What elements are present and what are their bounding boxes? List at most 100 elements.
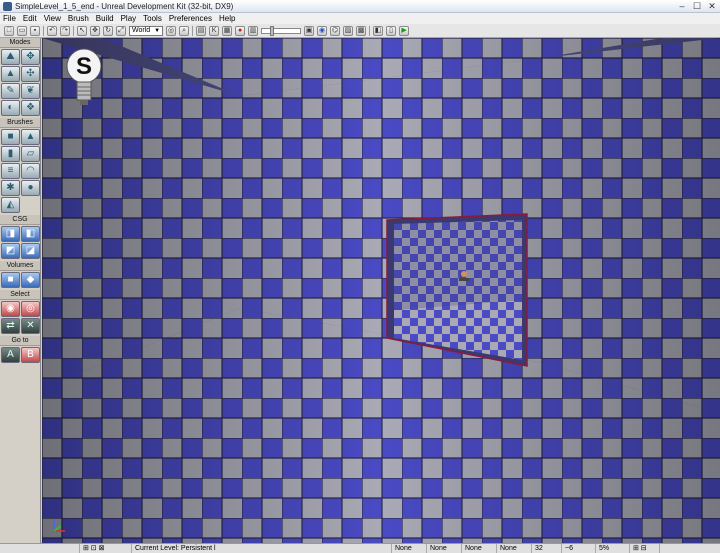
select-icon[interactable]: ↖ [77, 25, 87, 36]
axis-gizmo-icon [53, 520, 65, 532]
kismet-icon[interactable]: K [209, 25, 220, 36]
sheet-brush-button[interactable]: ▱ [21, 146, 40, 162]
player-start-base [459, 278, 469, 281]
new-icon[interactable]: □ [4, 25, 14, 36]
console-icon[interactable]: ▯ [386, 25, 397, 36]
rotate-icon[interactable]: ↻ [103, 25, 113, 36]
app-icon [3, 1, 12, 11]
build-all-icon[interactable]: ▩ [356, 25, 367, 36]
foliage-mode-button[interactable]: ❦ [21, 83, 40, 99]
open-icon[interactable]: ▭ [17, 25, 27, 36]
select-invert-button[interactable]: ⇄ [1, 318, 20, 334]
current-level-label: Current Level: Persistent l [132, 544, 392, 553]
add-volume-button[interactable]: ■ [1, 272, 20, 288]
mesh-paint-mode-button[interactable]: ◐ [1, 100, 20, 116]
lightbulb-icon: S [66, 48, 102, 105]
status-dropdown[interactable] [0, 544, 80, 553]
save-icon[interactable]: ▪ [30, 25, 40, 36]
matinee-icon[interactable]: ▦ [222, 25, 233, 36]
hide-selected-button[interactable]: ◎ [21, 301, 40, 317]
close-button[interactable]: ✕ [706, 1, 718, 11]
tetrahedron-brush-button[interactable]: ◭ [1, 197, 20, 213]
doorway-back [394, 220, 522, 310]
status-field-1: None [392, 544, 427, 553]
status-icons: ⊞ ⊡ ⊠ [80, 544, 132, 553]
menu-play[interactable]: Play [121, 14, 137, 23]
menu-preferences[interactable]: Preferences [169, 14, 212, 23]
brushes-header: Brushes [0, 118, 40, 128]
menu-view[interactable]: View [44, 14, 61, 23]
scale-icon[interactable]: ⤢ [116, 25, 126, 36]
csg-deintersect-button[interactable]: ◪ [21, 243, 40, 259]
viewport-overlay-letter: S [76, 53, 92, 80]
undo-icon[interactable]: ↶ [47, 25, 57, 36]
far-plane-slider[interactable] [261, 25, 302, 36]
perspective-viewport[interactable]: S [42, 38, 720, 543]
toolbar-separator [192, 25, 194, 36]
menu-file[interactable]: File [3, 14, 16, 23]
toolbar-separator [43, 25, 44, 36]
csg-header: CSG [0, 215, 40, 225]
volume-list-button[interactable]: ◆ [21, 272, 40, 288]
select-header: Select [0, 290, 40, 300]
go-to-builder-brush-button[interactable]: B [21, 347, 40, 363]
volumetric-brush-button[interactable]: ✱ [1, 180, 20, 196]
camera-mode-button[interactable]: ⛰ [1, 49, 20, 65]
csg-intersect-button[interactable]: ◩ [1, 243, 20, 259]
cone-brush-button[interactable]: ▲ [21, 129, 40, 145]
shading-overlay [42, 38, 720, 543]
csg-add-button[interactable]: ◨ [1, 226, 20, 242]
content-browser-icon[interactable]: ▥ [248, 25, 259, 36]
search-icon[interactable]: ⌕ [179, 25, 190, 36]
menu-tools[interactable]: Tools [143, 14, 162, 23]
title-bar: SimpleLevel_1_5_end - Unreal Development… [0, 0, 720, 13]
maximize-button[interactable]: ☐ [691, 1, 703, 11]
build-paths-icon[interactable]: ⌬ [330, 25, 341, 36]
grid-size-value[interactable]: 32 [532, 544, 562, 553]
volumes-header: Volumes [0, 261, 40, 271]
rotation-snap-value[interactable]: ~6 [562, 544, 596, 553]
minimize-button[interactable]: – [676, 1, 688, 11]
show-selected-button[interactable]: ◉ [1, 301, 20, 317]
scale-snap-value[interactable]: 5% [596, 544, 630, 553]
sphere-brush-button[interactable]: ● [21, 180, 40, 196]
modes-header: Modes [0, 38, 40, 48]
player-start-icon [461, 271, 467, 277]
cylinder-brush-button[interactable]: ▮ [1, 146, 20, 162]
csg-subtract-button[interactable]: ◧ [21, 226, 40, 242]
bookmark-icon[interactable]: ▤ [196, 25, 207, 36]
redo-icon[interactable]: ↷ [60, 25, 70, 36]
coordinate-system-select[interactable]: World ▼ [129, 25, 164, 36]
menu-bar: File Edit View Brush Build Play Tools Pr… [0, 13, 720, 24]
stairs-brush-button[interactable]: ≡ [1, 163, 20, 179]
show-all-button[interactable]: ✕ [21, 318, 40, 334]
terrain-mode-button[interactable]: ▲ [1, 66, 20, 82]
slider-knob[interactable] [270, 25, 275, 36]
goto-header: Go to [0, 336, 40, 346]
cube-brush-button[interactable]: ■ [1, 129, 20, 145]
modes-panel: Modes ⛰ ✥ ▲ ✣ ✎ ❦ ◐ ❖ Brushes ■ ▲ ▮ ▱ ≡ … [0, 38, 41, 543]
go-to-actor-button[interactable]: A [1, 347, 20, 363]
toolbar-separator [369, 25, 371, 36]
build-geometry-icon[interactable]: ▣ [304, 25, 315, 36]
build-cover-icon[interactable]: ▨ [343, 25, 354, 36]
paint-mode-button[interactable]: ✎ [1, 83, 20, 99]
toolbar-separator [73, 25, 74, 36]
geometry-mode-button[interactable]: ✥ [21, 49, 40, 65]
curved-stairs-brush-button[interactable]: ◠ [21, 163, 40, 179]
binoculars-icon[interactable]: ◎ [166, 25, 177, 36]
texture-mode-button[interactable]: ✣ [21, 66, 40, 82]
status-field-3: None [462, 544, 497, 553]
menu-brush[interactable]: Brush [68, 14, 89, 23]
lighting-icon[interactable]: ● [235, 25, 246, 36]
chevron-down-icon: ▼ [154, 27, 161, 34]
play-icon[interactable]: ▶ [399, 25, 410, 36]
translate-icon[interactable]: ✥ [90, 25, 100, 36]
build-lighting-icon[interactable]: ◉ [317, 25, 328, 36]
landscape-mode-button[interactable]: ❖ [21, 100, 40, 116]
menu-edit[interactable]: Edit [23, 14, 37, 23]
menu-help[interactable]: Help [219, 14, 235, 23]
menu-build[interactable]: Build [96, 14, 114, 23]
status-field-2: None [427, 544, 462, 553]
play-in-editor-icon[interactable]: ◧ [373, 25, 384, 36]
